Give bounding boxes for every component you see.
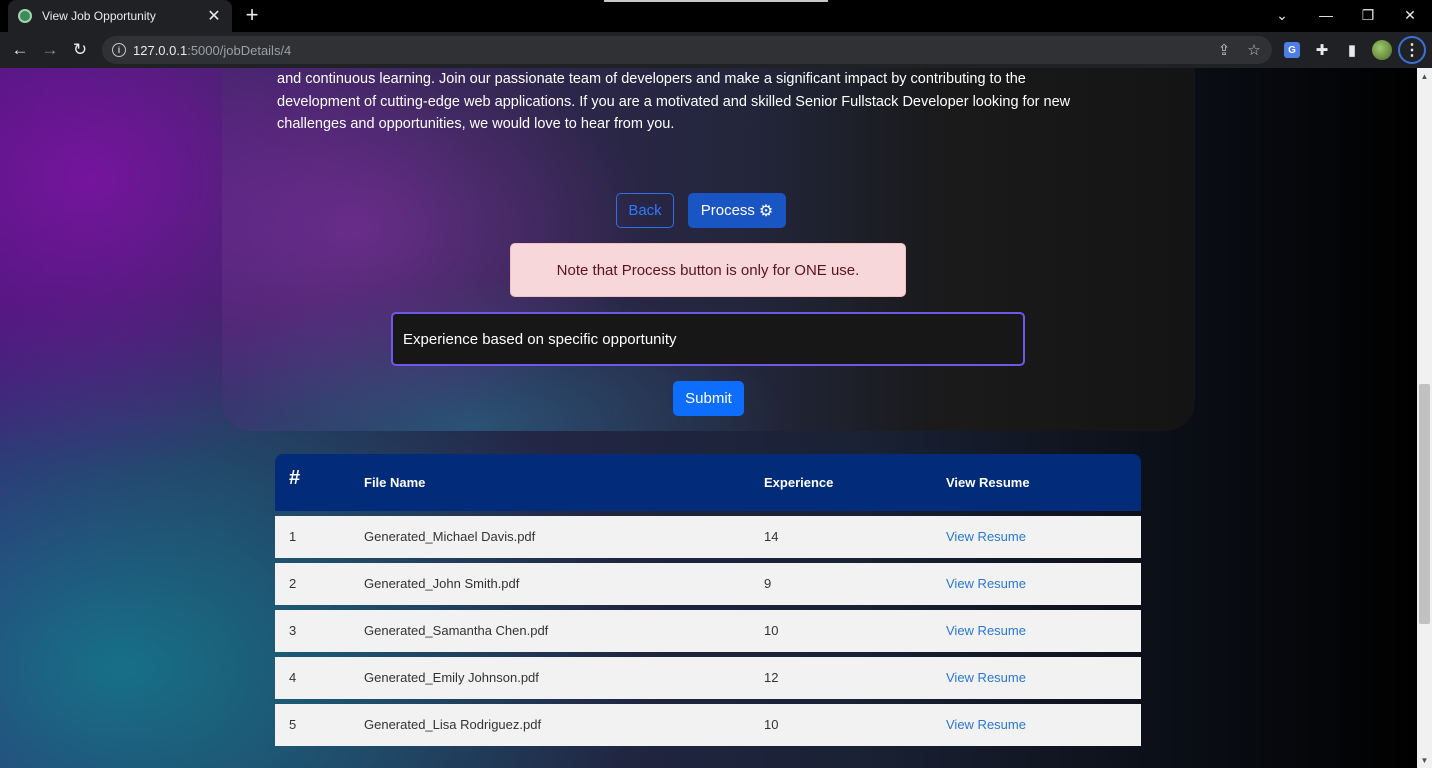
url-text[interactable]: 127.0.0.1:5000/jobDetails/4 (133, 43, 291, 58)
gear-icon: ⚙ (758, 202, 774, 220)
view-resume-link[interactable]: View Resume (946, 670, 1026, 685)
view-resume-link[interactable]: View Resume (946, 623, 1026, 638)
page-scrollbar[interactable]: ▲ ▼ (1417, 68, 1432, 768)
scroll-up-icon[interactable]: ▲ (1417, 68, 1432, 84)
resume-table: # File Name Experience View Resume 1 Gen… (275, 454, 1141, 746)
window-notch (604, 0, 828, 2)
forward-arrow-icon[interactable]: → (38, 38, 62, 62)
experience-input[interactable] (391, 312, 1025, 366)
header-view-resume: View Resume (946, 475, 1030, 490)
page-viewport: and continuous learning. Join our passio… (0, 68, 1417, 768)
header-experience: Experience (764, 475, 834, 490)
view-resume-link[interactable]: View Resume (946, 717, 1026, 732)
back-button[interactable]: Back (616, 193, 674, 228)
table-header: # File Name Experience View Resume (275, 454, 1141, 511)
row-experience: 9 (764, 576, 772, 591)
row-file-name: Generated_Lisa Rodriguez.pdf (364, 717, 542, 732)
row-experience: 12 (764, 670, 779, 685)
job-description: and continuous learning. Join our passio… (277, 71, 1071, 132)
star-icon[interactable]: ☆ (1244, 40, 1264, 60)
view-resume-link[interactable]: View Resume (946, 576, 1026, 591)
submit-button[interactable]: Submit (673, 381, 744, 416)
browser-toolbar: ← → ↻ i 127.0.0.1:5000/jobDetails/4 ⇪ ☆ … (0, 32, 1432, 68)
translate-icon[interactable]: G (1284, 42, 1300, 58)
row-number: 5 (289, 717, 297, 732)
tab-close-icon[interactable]: ✕ (206, 6, 222, 26)
extensions-icon[interactable]: ✚ (1312, 40, 1332, 60)
header-file-name: File Name (364, 475, 426, 490)
browser-tab[interactable]: View Job Opportunity ✕ (8, 0, 232, 32)
share-icon[interactable]: ⇪ (1214, 40, 1234, 60)
row-file-name: Generated_Emily Johnson.pdf (364, 670, 539, 685)
row-experience: 14 (764, 529, 779, 544)
row-experience: 10 (764, 717, 779, 732)
side-panel-icon[interactable]: ▮ (1342, 40, 1362, 60)
row-file-name: Generated_Michael Davis.pdf (364, 529, 536, 544)
row-number: 2 (289, 576, 297, 591)
process-warning-alert: Note that Process button is only for ONE… (510, 243, 906, 297)
minimize-icon[interactable]: — (1304, 0, 1348, 30)
window-close-icon[interactable]: ✕ (1388, 0, 1432, 30)
row-experience: 10 (764, 623, 779, 638)
row-number: 1 (289, 529, 297, 544)
row-file-name: Generated_Samantha Chen.pdf (364, 623, 549, 638)
header-number: # (289, 467, 301, 489)
tab-bar: View Job Opportunity ✕ + ⌄ — ❐ ✕ (0, 0, 1432, 32)
new-tab-button[interactable]: + (242, 4, 262, 26)
tab-title: View Job Opportunity (42, 9, 156, 23)
scrollbar-thumb[interactable] (1419, 384, 1430, 624)
back-arrow-icon[interactable]: ← (8, 38, 32, 62)
row-file-name: Generated_John Smith.pdf (364, 576, 520, 591)
menu-icon[interactable]: ⋮ (1398, 36, 1426, 64)
table-row: 1 Generated_Michael Davis.pdf 14 View Re… (275, 516, 1141, 558)
info-icon[interactable]: i (112, 43, 126, 57)
process-button[interactable]: Process ⚙ (688, 193, 786, 228)
scroll-down-icon[interactable]: ▼ (1417, 752, 1432, 768)
url-path: :5000/jobDetails/4 (187, 43, 292, 58)
view-resume-link[interactable]: View Resume (946, 529, 1026, 544)
row-number: 4 (289, 670, 297, 685)
profile-button[interactable] (1372, 40, 1392, 60)
table-row: 2 Generated_John Smith.pdf 9 View Resume (275, 563, 1141, 605)
url-host: 127.0.0.1 (133, 43, 188, 58)
restore-icon[interactable]: ❐ (1346, 0, 1390, 30)
table-row: 4 Generated_Emily Johnson.pdf 12 View Re… (275, 657, 1141, 699)
profile-icon (1372, 40, 1392, 60)
table-row: 5 Generated_Lisa Rodriguez.pdf 10 View R… (275, 704, 1141, 746)
row-number: 3 (289, 623, 297, 638)
tab-search-icon[interactable]: ⌄ (1260, 0, 1304, 30)
reload-icon[interactable]: ↻ (68, 38, 92, 62)
address-bar[interactable]: i 127.0.0.1:5000/jobDetails/4 ⇪ ☆ (102, 36, 1272, 64)
table-row: 3 Generated_Samantha Chen.pdf 10 View Re… (275, 610, 1141, 652)
process-button-label: Process (700, 202, 755, 219)
tab-favicon-icon (18, 9, 32, 23)
